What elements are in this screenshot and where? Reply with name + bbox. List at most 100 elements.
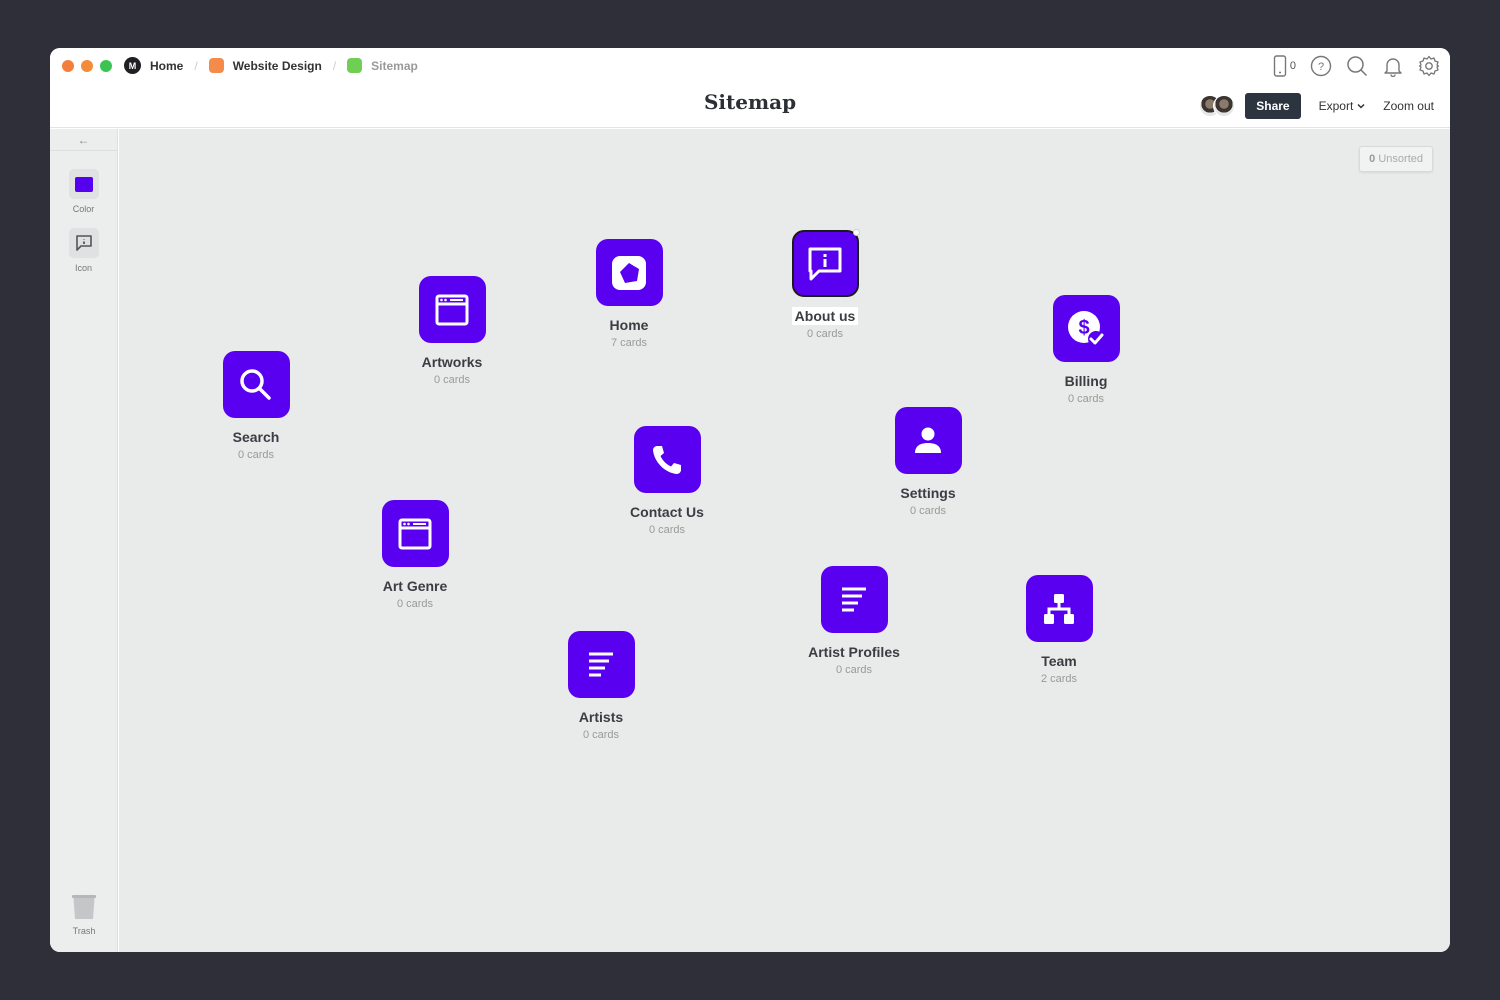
export-dropdown[interactable]: Export <box>1319 99 1366 113</box>
node-name: Artists <box>578 709 624 725</box>
text-lines-icon <box>589 652 613 676</box>
breadcrumb-separator: / <box>194 58 198 73</box>
node-name: Settings <box>900 485 956 501</box>
node-card-count: 0 cards <box>835 664 873 676</box>
board-node-artworks[interactable]: Artworks 0 cards <box>382 276 522 386</box>
breadcrumb: M Home / Website Design / Sitemap <box>124 57 418 74</box>
breadcrumb-label: Website Design <box>232 58 322 73</box>
color-tool-button[interactable] <box>68 169 99 199</box>
node-name: Artworks <box>421 354 483 370</box>
svg-text:$: $ <box>1078 317 1089 339</box>
node-name: Art Genre <box>382 578 448 594</box>
board-canvas[interactable]: 0 Unsorted Search 0 cards Artworks 0 car… <box>119 129 1450 952</box>
breadcrumb-label: Home <box>150 58 184 73</box>
milanote-logo-icon: M <box>124 57 141 74</box>
trash[interactable]: Trash <box>50 893 118 936</box>
sidebar: ← Color Icon Trash <box>50 129 118 952</box>
board-node-search[interactable]: Search 0 cards <box>186 351 326 461</box>
board-square-icon <box>208 58 224 73</box>
app-window: M Home / Website Design / Sitemap Sitema… <box>50 48 1450 952</box>
hierarchy-icon <box>1044 593 1074 624</box>
maximize-window-button[interactable] <box>100 60 112 72</box>
arrow-left-icon: ← <box>77 132 90 147</box>
node-icon-tile[interactable] <box>418 276 486 343</box>
node-icon-tile[interactable] <box>222 351 290 418</box>
breadcrumb-website-design[interactable]: Website Design <box>208 58 322 73</box>
resize-handle[interactable] <box>852 229 860 236</box>
unsorted-button[interactable]: 0 Unsorted <box>1359 146 1433 172</box>
node-name: Search <box>232 429 280 445</box>
user-icon <box>915 427 941 453</box>
node-icon-tile[interactable] <box>633 426 701 493</box>
breadcrumb-label: Sitemap <box>371 58 418 73</box>
settings-gear-icon[interactable] <box>1418 55 1440 77</box>
board-node-about-us[interactable]: About us 0 cards <box>755 229 895 340</box>
node-icon-tile[interactable] <box>820 566 888 633</box>
node-card-count: 0 cards <box>237 449 275 461</box>
close-window-button[interactable] <box>62 60 74 72</box>
node-card-count: 0 cards <box>1067 393 1105 405</box>
board-node-settings[interactable]: Settings 0 cards <box>858 407 998 517</box>
node-card-count: 2 cards <box>1040 673 1078 685</box>
trash-label: Trash <box>72 926 96 936</box>
zoom-out-button[interactable]: Zoom out <box>1383 99 1434 113</box>
node-card-count: 0 cards <box>396 598 434 610</box>
node-name: Team <box>1041 653 1077 669</box>
board-node-artists[interactable]: Artists 0 cards <box>531 631 671 741</box>
help-icon[interactable]: ? <box>1310 55 1332 77</box>
info-chat-icon <box>75 235 92 251</box>
share-button[interactable]: Share <box>1245 93 1301 119</box>
browser-window-icon <box>435 294 469 325</box>
node-name: Contact Us <box>630 504 704 520</box>
node-name[interactable]: About us <box>791 307 859 325</box>
search-icon[interactable] <box>1346 55 1368 77</box>
tool-label: Icon <box>74 263 92 273</box>
node-card-count: 0 cards <box>582 729 620 741</box>
collaborators[interactable] <box>1199 95 1236 117</box>
node-icon-tile[interactable] <box>567 631 635 698</box>
mobile-device-icon <box>1273 55 1287 77</box>
node-card-count: 0 cards <box>433 374 471 386</box>
trash-icon <box>72 895 96 919</box>
top-bar: M Home / Website Design / Sitemap Sitema… <box>50 48 1450 128</box>
phone-icon <box>653 445 681 474</box>
minimize-window-button[interactable] <box>81 60 93 72</box>
avatar <box>1213 95 1236 117</box>
board-node-team[interactable]: Team 2 cards <box>989 575 1129 685</box>
breadcrumb-separator: / <box>332 58 337 73</box>
notification-bell-icon[interactable] <box>1382 55 1404 77</box>
board-actions: Share Export Zoom out <box>1199 93 1434 119</box>
color-tool[interactable]: Color <box>50 169 117 214</box>
node-icon-tile[interactable] <box>894 407 962 474</box>
board-node-home[interactable]: Home 7 cards <box>559 239 699 349</box>
board-square-icon <box>347 58 363 73</box>
node-icon-tile[interactable] <box>381 500 449 567</box>
node-icon-tile[interactable]: $ <box>1052 295 1120 362</box>
search-icon <box>240 368 271 400</box>
node-icon-tile[interactable] <box>1025 575 1093 642</box>
breadcrumb-sitemap[interactable]: Sitemap <box>347 58 418 73</box>
device-preview-button[interactable]: 0 <box>1273 55 1296 77</box>
dollar-check-icon: $ <box>1068 310 1104 347</box>
icon-tool-button[interactable] <box>68 228 99 258</box>
board-node-art-genre[interactable]: Art Genre 0 cards <box>345 500 485 610</box>
node-card-count: 0 cards <box>909 505 947 517</box>
node-name: Artist Profiles <box>808 644 900 660</box>
node-card-count: 0 cards <box>648 524 686 536</box>
node-icon-tile[interactable] <box>595 239 663 306</box>
board-node-contact-us[interactable]: Contact Us 0 cards <box>597 426 737 536</box>
browser-window-icon <box>398 518 432 549</box>
board-node-billing[interactable]: $ Billing 0 cards <box>1016 295 1156 405</box>
collapse-sidebar-button[interactable]: ← <box>50 129 117 151</box>
breadcrumb-home[interactable]: M Home <box>124 57 183 74</box>
unsorted-count: 0 <box>1369 153 1376 165</box>
unsorted-label: Unsorted <box>1378 153 1423 165</box>
color-swatch <box>74 176 93 192</box>
window-controls <box>62 60 112 72</box>
icon-tool[interactable]: Icon <box>50 228 117 273</box>
node-card-count: 0 cards <box>806 328 844 340</box>
top-icons: 0 ? <box>1273 55 1440 77</box>
node-icon-tile[interactable] <box>791 229 860 297</box>
board-node-artist-profiles[interactable]: Artist Profiles 0 cards <box>784 566 924 676</box>
chevron-down-icon <box>1357 103 1365 109</box>
